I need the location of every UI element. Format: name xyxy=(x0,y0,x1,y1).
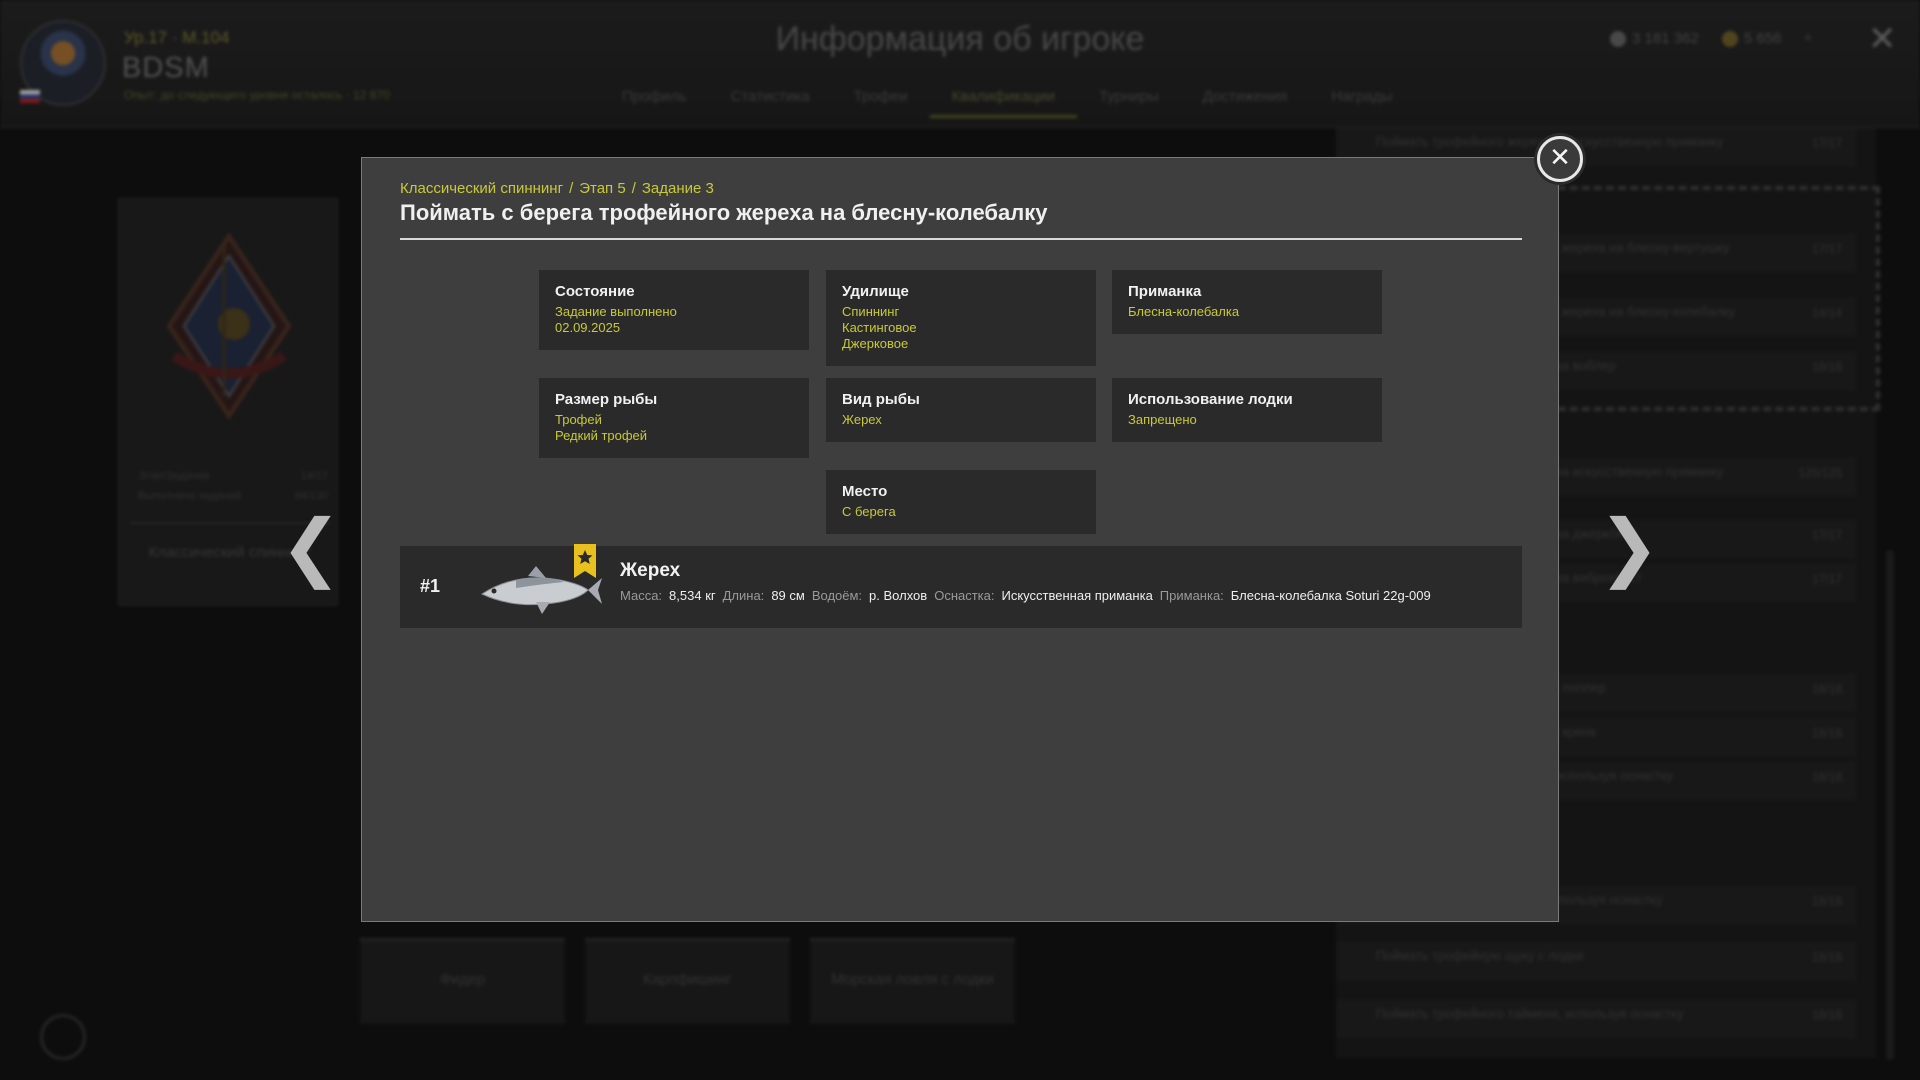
length-value: 89 см xyxy=(771,588,805,603)
title-divider xyxy=(400,238,1522,240)
breadcrumb-separator: / xyxy=(631,180,636,197)
lure-value: Блесна-колебалка Soturi 22g-009 xyxy=(1230,588,1431,603)
breadcrumb-stage[interactable]: Этап 5 xyxy=(579,180,625,197)
catch-rank: #1 xyxy=(420,576,441,596)
condition-rod: Удилище Спиннинг Кастинговое Джерковое xyxy=(826,270,1096,366)
waterbody-value: р. Волхов xyxy=(869,588,928,603)
breadcrumb: Классический спиннинг / Этап 5 / Задание… xyxy=(400,180,714,197)
catch-details: Масса: 8,534 кг Длина: 89 см Водоём: р. … xyxy=(620,588,1431,603)
weight-label: Масса: xyxy=(620,588,663,603)
condition-state: Состояние Задание выполнено 02.09.2025 xyxy=(539,270,809,350)
breadcrumb-task: Задание 3 xyxy=(641,180,714,197)
catch-record-row[interactable]: #1 Жерех Масса: 8,534 кг Длина: 89 см Во… xyxy=(400,544,1522,628)
trophy-star-icon xyxy=(574,544,596,578)
waterbody-label: Водоём: xyxy=(811,588,863,603)
condition-place: Место С берега xyxy=(826,470,1096,534)
condition-fish-species: Вид рыбы Жерех xyxy=(826,378,1096,442)
close-modal-button[interactable]: ✕ xyxy=(1537,136,1583,182)
previous-task-arrow-icon[interactable]: ❮ xyxy=(280,510,342,584)
task-title: Поймать с берега трофейного жереха на бл… xyxy=(400,200,1048,225)
fish-name: Жерех xyxy=(620,560,681,581)
tackle-value: Искусственная приманка xyxy=(1001,588,1153,603)
weight-value: 8,534 кг xyxy=(669,588,716,603)
breadcrumb-discipline[interactable]: Классический спиннинг xyxy=(400,180,563,197)
next-task-arrow-icon[interactable]: ❯ xyxy=(1598,510,1660,584)
screen-root: Ур.17 · М.104 BDSM Опыт: до следующего у… xyxy=(0,0,1920,1080)
length-label: Длина: xyxy=(722,588,765,603)
condition-bait: Приманка Блесна-колебалка xyxy=(1112,270,1382,334)
lure-label: Приманка: xyxy=(1159,588,1224,603)
task-details-modal: Классический спиннинг / Этап 5 / Задание… xyxy=(361,157,1559,922)
condition-boat-usage: Использование лодки Запрещено xyxy=(1112,378,1382,442)
breadcrumb-separator: / xyxy=(569,180,574,197)
tackle-label: Оснастка: xyxy=(934,588,995,603)
condition-fish-size: Размер рыбы Трофей Редкий трофей xyxy=(539,378,809,458)
